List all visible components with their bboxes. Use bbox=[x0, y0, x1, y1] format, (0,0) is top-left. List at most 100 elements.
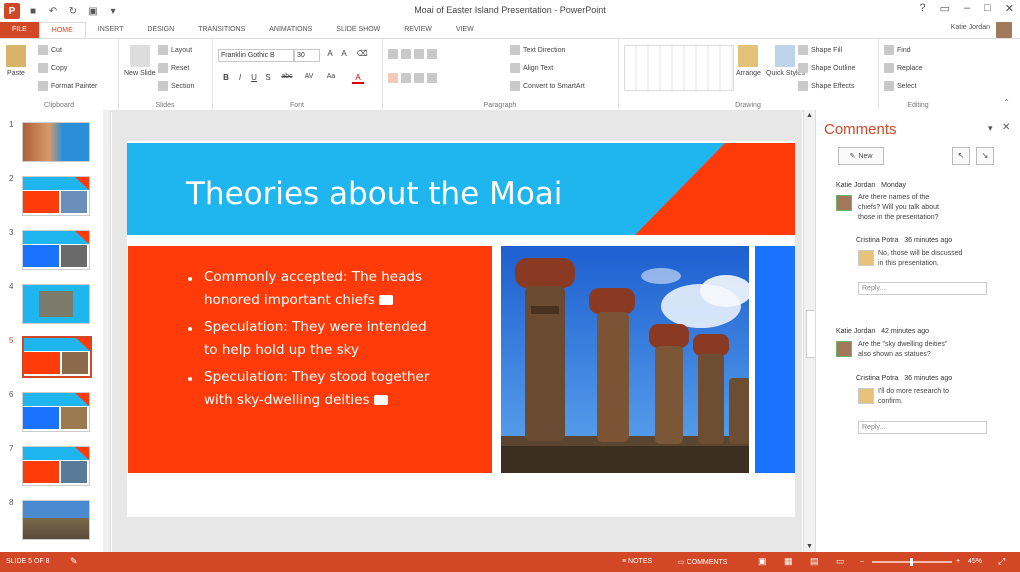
zoom-in-icon[interactable]: + bbox=[956, 558, 960, 565]
present-icon[interactable]: ▣ bbox=[86, 4, 100, 18]
paste-button[interactable]: Paste bbox=[6, 45, 26, 77]
spellcheck-icon[interactable]: ✎ bbox=[70, 556, 78, 567]
reply-input[interactable]: Reply... bbox=[858, 421, 987, 434]
pane-options-icon[interactable]: ▾ bbox=[988, 123, 993, 134]
new-comment-button[interactable]: ✎ New bbox=[838, 147, 884, 165]
change-case-button[interactable]: Aa bbox=[322, 73, 340, 80]
shapes-gallery[interactable] bbox=[624, 45, 734, 91]
reply-text[interactable]: I'll do more research to confirm. bbox=[878, 387, 949, 407]
tab-view[interactable]: VIEW bbox=[444, 22, 486, 38]
previous-comment-button[interactable]: ↖ bbox=[952, 147, 970, 165]
thumbnail-scrollbar[interactable] bbox=[103, 110, 110, 552]
comment-author: Katie Jordan Monday bbox=[836, 182, 907, 189]
char-spacing-button[interactable]: AV bbox=[300, 73, 318, 80]
grow-font-icon[interactable]: A bbox=[324, 49, 336, 58]
text-direction-button[interactable]: Text Direction bbox=[510, 45, 565, 55]
paragraph-group: Text Direction Align Text Convert to Sma… bbox=[382, 39, 619, 111]
comment-marker-icon[interactable] bbox=[378, 295, 393, 305]
close-button[interactable]: ✕ bbox=[1005, 2, 1014, 15]
comments-button[interactable]: ▭ COMMENTS bbox=[678, 558, 727, 566]
zoom-slider[interactable] bbox=[872, 558, 952, 566]
tab-home[interactable]: HOME bbox=[38, 21, 86, 39]
slide-thumbnail-3[interactable] bbox=[22, 230, 90, 270]
thumb-number: 8 bbox=[9, 498, 14, 507]
convert-smartart-button[interactable]: Convert to SmartArt bbox=[510, 81, 585, 91]
tab-file[interactable]: FILE bbox=[0, 22, 39, 38]
slide-thumbnail-5[interactable] bbox=[22, 336, 92, 378]
font-color-button[interactable]: A bbox=[352, 73, 364, 84]
undo-icon[interactable]: ↶ bbox=[46, 4, 60, 18]
comment-text[interactable]: Are there names of the chiefs? Will you … bbox=[858, 193, 939, 223]
ribbon-display-icon[interactable]: ▭ bbox=[940, 2, 950, 15]
close-pane-icon[interactable]: ✕ bbox=[1002, 122, 1010, 133]
shadow-button[interactable]: S bbox=[262, 73, 274, 82]
bullets-button[interactable] bbox=[388, 49, 437, 59]
shape-fill-button[interactable]: Shape Fill bbox=[798, 45, 842, 55]
next-comment-button[interactable]: ↘ bbox=[976, 147, 994, 165]
tab-slide-show[interactable]: SLIDE SHOW bbox=[324, 22, 392, 38]
reading-view-icon[interactable]: ▤ bbox=[810, 556, 819, 567]
comment-text[interactable]: Are the "sky dwelling deities" also show… bbox=[858, 340, 947, 360]
moai-photo[interactable] bbox=[501, 246, 749, 473]
slide-thumbnail-2[interactable] bbox=[22, 176, 90, 216]
notes-button[interactable]: ≡ NOTES bbox=[622, 558, 652, 565]
reset-button[interactable]: Reset bbox=[158, 63, 189, 73]
tab-design[interactable]: DESIGN bbox=[135, 22, 186, 38]
slide-sorter-icon[interactable]: ▦ bbox=[784, 556, 793, 567]
strikethrough-button[interactable]: abc bbox=[278, 73, 296, 80]
bold-button[interactable]: B bbox=[220, 73, 232, 82]
redo-icon[interactable]: ↻ bbox=[66, 4, 80, 18]
avatar[interactable] bbox=[996, 22, 1012, 38]
new-slide-button[interactable]: New Slide bbox=[124, 45, 156, 77]
shrink-font-icon[interactable]: A bbox=[338, 49, 350, 58]
alignment-buttons[interactable] bbox=[388, 73, 437, 83]
layout-button[interactable]: Layout bbox=[158, 45, 192, 55]
tab-animations[interactable]: ANIMATIONS bbox=[257, 22, 324, 38]
collapse-ribbon-icon[interactable]: ⌃ bbox=[1003, 98, 1010, 107]
normal-view-icon[interactable]: ▣ bbox=[758, 556, 767, 567]
slide-counter[interactable]: SLIDE 5 OF 8 bbox=[6, 558, 50, 565]
slide-thumbnail-6[interactable] bbox=[22, 392, 90, 432]
align-text-button[interactable]: Align Text bbox=[510, 63, 553, 73]
underline-button[interactable]: U bbox=[248, 73, 260, 82]
reply-input[interactable]: Reply... bbox=[858, 282, 987, 295]
layout-icon bbox=[158, 45, 168, 55]
find-button[interactable]: Find bbox=[884, 45, 911, 55]
section-button[interactable]: Section bbox=[158, 81, 194, 91]
zoom-level[interactable]: 45% bbox=[968, 558, 982, 565]
customize-qat-icon[interactable]: ▾ bbox=[106, 4, 120, 18]
font-name-field[interactable]: Franklin Gothic B bbox=[218, 49, 294, 62]
font-size-field[interactable]: 30 bbox=[294, 49, 320, 62]
slide-thumbnail-8[interactable] bbox=[22, 500, 90, 540]
tab-transitions[interactable]: TRANSITIONS bbox=[186, 22, 257, 38]
cut-button[interactable]: Cut bbox=[38, 45, 62, 55]
comment-marker-icon[interactable] bbox=[373, 395, 388, 405]
save-icon[interactable]: ■ bbox=[26, 4, 40, 18]
tab-insert[interactable]: INSERT bbox=[86, 22, 136, 38]
zoom-out-icon[interactable]: – bbox=[860, 558, 864, 565]
fit-to-window-icon[interactable]: ⤢ bbox=[998, 556, 1005, 567]
help-icon[interactable]: ? bbox=[919, 2, 925, 15]
slideshow-icon[interactable]: ▭ bbox=[836, 556, 845, 567]
user-name[interactable]: Katie Jordan bbox=[951, 24, 990, 31]
maximize-button[interactable]: □ bbox=[984, 2, 991, 15]
italic-button[interactable]: I bbox=[234, 73, 246, 82]
clear-format-icon[interactable]: ⌫ bbox=[356, 49, 368, 58]
slide-thumbnail-7[interactable] bbox=[22, 446, 90, 486]
replace-button[interactable]: Replace bbox=[884, 63, 923, 73]
slide-title[interactable]: Theories about the Moai bbox=[186, 176, 562, 212]
zoom-slider-thumb[interactable] bbox=[910, 558, 913, 566]
reply-text[interactable]: No, those will be discussed in this pres… bbox=[878, 249, 962, 269]
shape-effects-button[interactable]: Shape Effects bbox=[798, 81, 854, 91]
arrange-button[interactable]: Arrange bbox=[736, 45, 761, 77]
tab-review[interactable]: REVIEW bbox=[392, 22, 444, 38]
format-painter-button[interactable]: Format Painter bbox=[38, 81, 97, 91]
copy-button[interactable]: Copy bbox=[38, 63, 67, 73]
slide-thumbnail-1[interactable] bbox=[22, 122, 90, 162]
slide-thumbnail-4[interactable] bbox=[22, 284, 90, 324]
select-button[interactable]: Select bbox=[884, 81, 916, 91]
minimize-button[interactable]: – bbox=[964, 2, 970, 15]
shape-outline-button[interactable]: Shape Outline bbox=[798, 63, 855, 73]
scroll-up-icon[interactable]: ▲ bbox=[806, 112, 813, 119]
scroll-down-icon[interactable]: ▼ bbox=[806, 543, 813, 550]
